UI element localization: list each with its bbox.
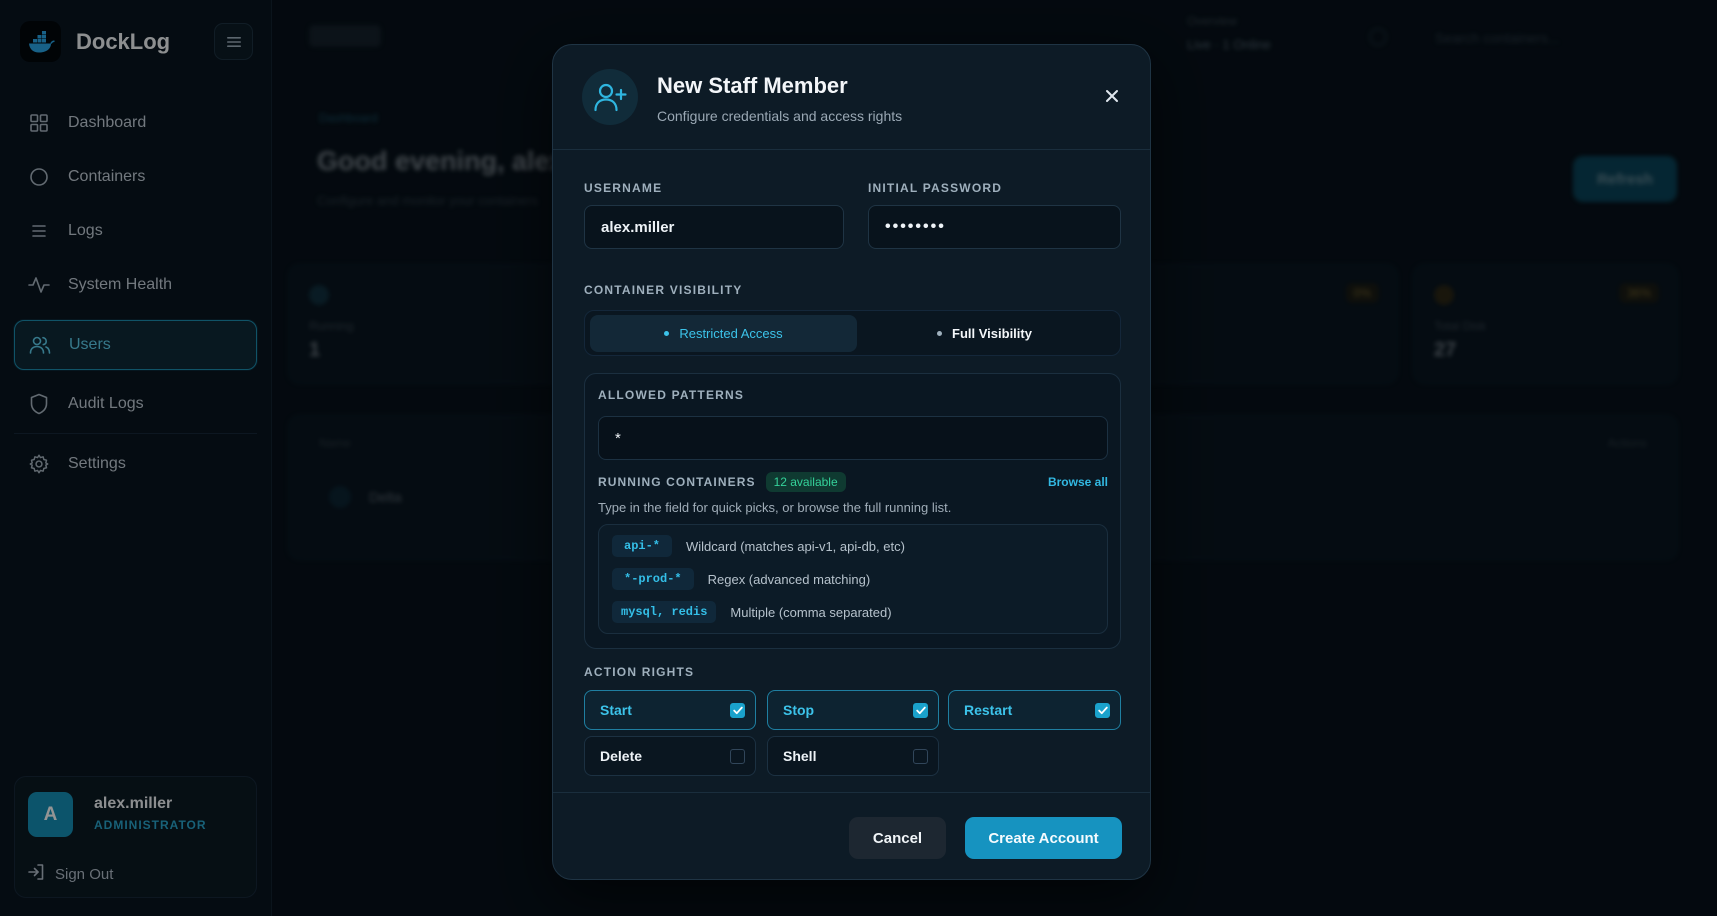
container-visibility-label: CONTAINER VISIBILITY [584,283,743,297]
pattern-example-chip[interactable]: api-* [612,535,673,557]
browse-all-link[interactable]: Browse all [1048,475,1108,489]
username-label: USERNAME [584,181,663,195]
visibility-toggle: Restricted Access Full Visibility [584,310,1121,356]
option-label: Full Visibility [952,326,1032,341]
right-label: Start [600,702,632,718]
list-item: *-prod-* Regex (advanced matching) [612,567,870,591]
dialog-header: New Staff Member Configure credentials a… [553,45,1150,150]
right-label: Delete [600,748,643,764]
checkmark-icon [913,703,928,718]
right-shell-checkbox[interactable]: Shell [767,736,939,776]
option-label: Restricted Access [679,326,783,341]
pattern-examples: api-* Wildcard (matches api-v1, api-db, … [598,524,1108,634]
patterns-hint: Type in the field for quick picks, or br… [598,500,952,515]
available-count-badge: 12 available [765,472,846,492]
right-restart-checkbox[interactable]: Restart [948,690,1121,730]
action-rights-label: ACTION RIGHTS [584,665,695,679]
checkbox-empty-icon [913,749,928,764]
list-item: mysql, redis Multiple (comma separated) [612,600,892,624]
allowed-patterns-label: ALLOWED PATTERNS [598,388,745,402]
password-field[interactable]: •••••••• [868,205,1121,249]
checkbox-empty-icon [730,749,745,764]
right-label: Restart [964,702,1013,718]
pattern-example-desc: Wildcard (matches api-v1, api-db, etc) [686,538,905,554]
checkmark-icon [1095,703,1110,718]
dot-icon [937,331,943,336]
allowed-patterns-input[interactable]: * [598,416,1108,460]
selected-dot-icon [664,331,670,336]
password-label: INITIAL PASSWORD [868,181,1003,195]
pattern-example-desc: Regex (advanced matching) [707,571,871,587]
dialog-footer-divider [553,792,1150,793]
running-containers-label: RUNNING CONTAINERS [598,475,756,489]
pattern-example-desc: Multiple (comma separated) [730,604,892,620]
dialog-subtitle: Configure credentials and access rights [657,108,903,124]
cancel-button[interactable]: Cancel [849,817,946,859]
pattern-example-chip[interactable]: mysql, redis [612,601,717,623]
right-label: Stop [783,702,815,718]
close-button[interactable] [1101,85,1123,107]
create-account-button[interactable]: Create Account [965,817,1122,859]
right-stop-checkbox[interactable]: Stop [767,690,939,730]
right-delete-checkbox[interactable]: Delete [584,736,756,776]
close-icon [1106,90,1118,102]
allowed-patterns-panel: ALLOWED PATTERNS * RUNNING CONTAINERS 12… [584,373,1121,649]
new-staff-member-dialog: New Staff Member Configure credentials a… [552,44,1151,880]
checkmark-icon [730,703,745,718]
username-field[interactable]: alex.miller [584,205,844,249]
restricted-access-option[interactable]: Restricted Access [590,315,857,352]
running-containers-row: RUNNING CONTAINERS 12 available Browse a… [598,472,1108,492]
right-start-checkbox[interactable]: Start [584,690,756,730]
right-label: Shell [783,748,817,764]
dialog-title: New Staff Member [657,73,848,98]
pattern-example-chip[interactable]: *-prod-* [612,568,694,590]
list-item: api-* Wildcard (matches api-v1, api-db, … [612,534,905,558]
full-visibility-option[interactable]: Full Visibility [851,315,1118,352]
user-plus-icon [582,69,638,125]
